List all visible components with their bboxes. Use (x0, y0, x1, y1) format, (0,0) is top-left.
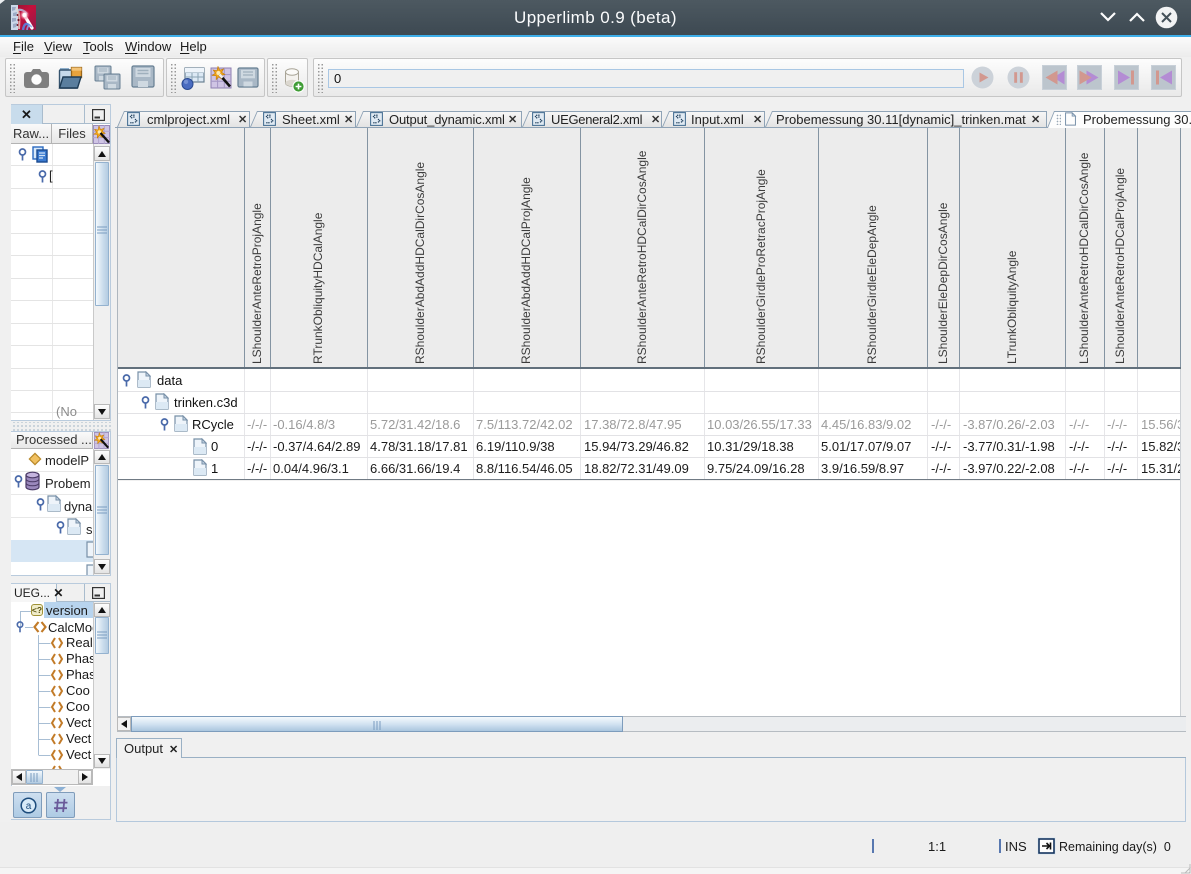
svg-text:Phas: Phas (66, 651, 93, 666)
svg-text:a: a (26, 801, 32, 812)
svg-text:Real: Real (66, 635, 93, 650)
svg-text:Phas: Phas (66, 667, 93, 682)
svg-text:Vect: Vect (66, 747, 92, 762)
svg-text:Vect: Vect (66, 715, 92, 730)
svg-text:Coo: Coo (66, 683, 90, 698)
svg-text:Coo: Coo (66, 699, 90, 714)
svg-text:Vect: Vect (66, 731, 92, 746)
